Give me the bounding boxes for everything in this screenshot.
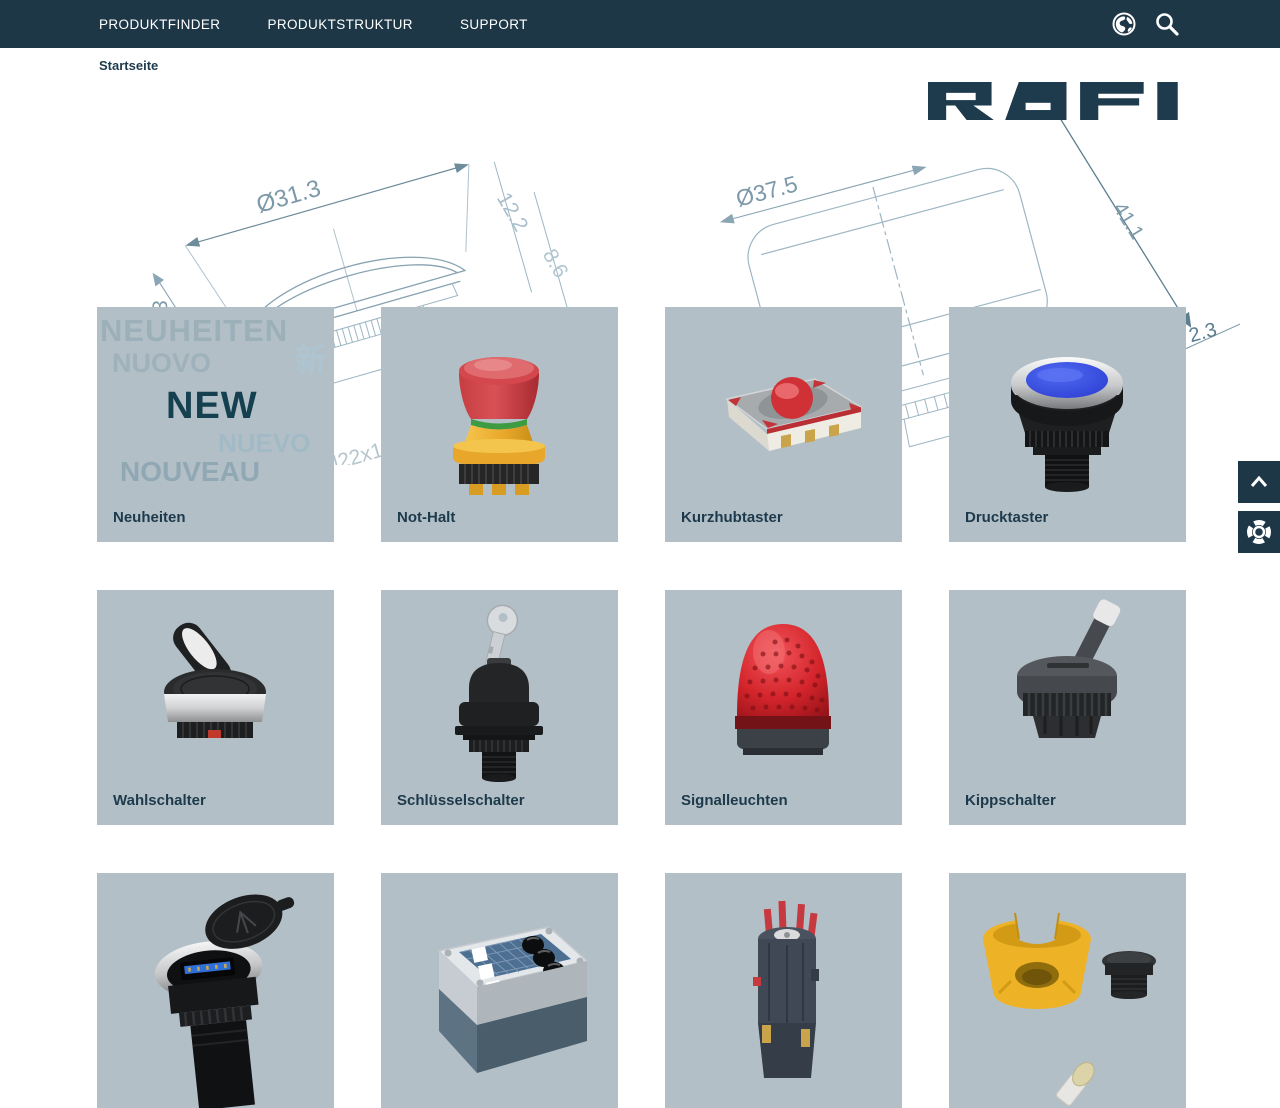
nav-icon-group xyxy=(1111,0,1180,48)
rafi-logo-mark xyxy=(928,82,1180,120)
svg-text:8.6: 8.6 xyxy=(538,245,573,282)
tile-usb-einbaubuchse[interactable] xyxy=(97,873,334,1108)
new-word-de: NEUHEITEN xyxy=(100,315,288,346)
selector-switch-image xyxy=(97,590,334,825)
tile-label: Signalleuchten xyxy=(681,792,788,809)
tile-neuheiten[interactable]: NEUHEITEN NUOVO 新 NEW NUEVO NOUVEAU Neuh… xyxy=(97,307,334,542)
svg-text:2.3: 2.3 xyxy=(1187,319,1220,347)
life-buoy-icon xyxy=(1245,518,1273,546)
signal-lamp-image xyxy=(665,590,902,825)
tile-label: Kurzhubtaster xyxy=(681,509,783,526)
scroll-to-top-button[interactable] xyxy=(1238,461,1280,503)
toggle-switch-image xyxy=(949,590,1186,825)
tile-kurzhubtaster[interactable]: Kurzhubtaster xyxy=(665,307,902,542)
new-word-en: NEW xyxy=(166,387,258,425)
breadcrumb-startseite[interactable]: Startseite xyxy=(99,58,158,73)
enclosure-box-image xyxy=(381,873,618,1108)
accessories-image xyxy=(949,873,1186,1108)
tile-gehaeuse[interactable] xyxy=(381,873,618,1108)
nav-item-produktstruktur[interactable]: PRODUKTSTRUKTUR xyxy=(267,17,413,32)
nav-item-support[interactable]: SUPPORT xyxy=(460,17,528,32)
tile-not-halt[interactable]: Not-Halt xyxy=(381,307,618,542)
pushbutton-image xyxy=(949,307,1186,542)
rafi-logo[interactable]: RAFI xyxy=(928,82,1180,120)
top-navigation-bar: PRODUKTFINDER PRODUKTSTRUKTUR SUPPORT xyxy=(0,0,1280,48)
short-travel-switch-image xyxy=(665,307,902,542)
tile-kippschalter[interactable]: Kippschalter xyxy=(949,590,1186,825)
search-icon[interactable] xyxy=(1154,11,1180,37)
svg-text:12.2: 12.2 xyxy=(492,189,532,236)
contact-support-button[interactable] xyxy=(1238,511,1280,553)
key-switch-image xyxy=(381,590,618,825)
chevron-up-icon xyxy=(1246,469,1272,495)
new-word-fr: NOUVEAU xyxy=(120,458,260,486)
tile-signalleuchten[interactable]: Signalleuchten xyxy=(665,590,902,825)
globe-icon[interactable] xyxy=(1111,11,1137,37)
tile-label: Drucktaster xyxy=(965,509,1048,526)
nav-item-produktfinder[interactable]: PRODUKTFINDER xyxy=(99,17,220,32)
tile-label: Not-Halt xyxy=(397,509,455,526)
new-word-zh: 新 xyxy=(295,345,326,376)
tile-label: Wahlschalter xyxy=(113,792,206,809)
svg-text:41.1: 41.1 xyxy=(1108,199,1147,244)
emergency-stop-image xyxy=(381,307,618,542)
tile-schalteinsatz[interactable] xyxy=(665,873,902,1108)
category-tile-grid: NEUHEITEN NUOVO 新 NEW NUEVO NOUVEAU Neuh… xyxy=(97,307,1186,1108)
tile-label: Neuheiten xyxy=(113,509,186,526)
new-word-es: NUEVO xyxy=(218,430,310,456)
usb-socket-image xyxy=(97,873,334,1108)
tile-label: Schlüsselschalter xyxy=(397,792,525,809)
switch-insert-image xyxy=(665,873,902,1108)
main-nav: PRODUKTFINDER PRODUKTSTRUKTUR SUPPORT xyxy=(99,0,528,48)
tile-wahlschalter[interactable]: Wahlschalter xyxy=(97,590,334,825)
tile-label: Kippschalter xyxy=(965,792,1056,809)
svg-text:Ø31.3: Ø31.3 xyxy=(253,175,323,219)
tile-zubehoer[interactable] xyxy=(949,873,1186,1108)
new-word-it: NUOVO xyxy=(112,350,211,377)
tile-drucktaster[interactable]: Drucktaster xyxy=(949,307,1186,542)
svg-text:Ø37.5: Ø37.5 xyxy=(733,170,800,211)
tile-schluesselschalter[interactable]: Schlüsselschalter xyxy=(381,590,618,825)
